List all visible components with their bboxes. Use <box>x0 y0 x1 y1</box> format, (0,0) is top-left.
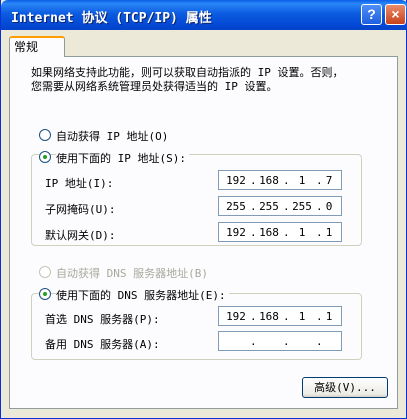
manual-dns-radio[interactable] <box>39 288 51 300</box>
tab-general[interactable]: 常规 <box>9 36 65 57</box>
info-line-1: 如果网络支持此功能，则可以获取自动指派的 IP 设置。否则， <box>31 66 344 79</box>
auto-dns-label: 自动获得 DNS 服务器地址(B) <box>56 267 208 280</box>
help-icon: ? <box>367 6 376 22</box>
tcpip-properties-dialog: Internet 协议 (TCP/IP) 属性 ? × 常规 如果网络支持此功能… <box>0 0 407 419</box>
close-icon: × <box>391 6 400 22</box>
alternate-dns-label: 备用 DNS 服务器(A): <box>45 338 160 351</box>
gateway-label: 默认网关(D): <box>45 229 116 242</box>
info-line-2: 您需要从网络系统管理员处获得适当的 IP 设置。 <box>31 80 278 93</box>
alternate-dns-input[interactable]: . . . <box>218 331 342 351</box>
auto-dns-radio <box>39 266 51 278</box>
manual-dns-label[interactable]: 使用下面的 DNS 服务器地址(E): <box>56 287 229 303</box>
info-text: 如果网络支持此功能，则可以获取自动指派的 IP 设置。否则， 您需要从网络系统管… <box>31 66 391 94</box>
subnet-mask-label: 子网掩码(U): <box>45 203 116 216</box>
preferred-dns-input[interactable]: 192. 168. 1. 1 <box>218 306 342 326</box>
close-button[interactable]: × <box>385 4 406 25</box>
manual-ip-radio[interactable] <box>39 151 51 163</box>
auto-ip-radio[interactable] <box>39 129 51 141</box>
help-button[interactable]: ? <box>361 4 382 25</box>
advanced-button[interactable]: 高级(V)... <box>302 377 388 398</box>
manual-ip-label[interactable]: 使用下面的 IP 地址(S): <box>56 150 189 166</box>
ip-address-label: IP 地址(I): <box>45 177 114 190</box>
auto-ip-label[interactable]: 自动获得 IP 地址(O) <box>56 128 168 144</box>
title-bar[interactable]: Internet 协议 (TCP/IP) 属性 ? × <box>1 0 407 30</box>
gateway-input[interactable]: 192. 168. 1. 1 <box>218 222 342 242</box>
window-title: Internet 协议 (TCP/IP) 属性 <box>11 11 212 26</box>
subnet-mask-input[interactable]: 255. 255. 255. 0 <box>218 196 342 216</box>
preferred-dns-label: 首选 DNS 服务器(P): <box>45 313 160 326</box>
ip-address-input[interactable]: 192. 168. 1. 7 <box>218 170 342 190</box>
